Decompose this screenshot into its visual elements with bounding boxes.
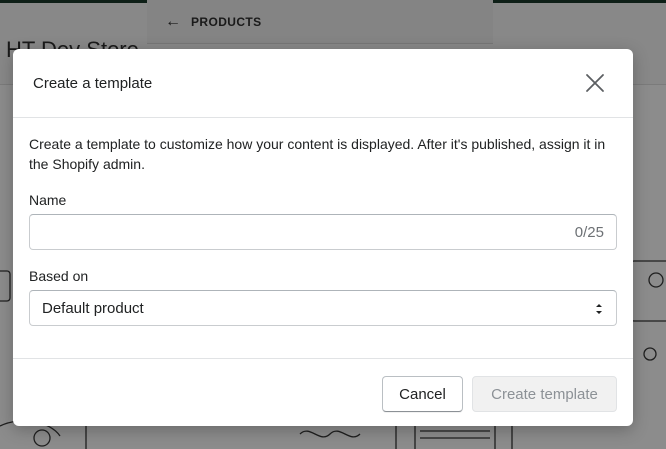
create-template-modal: Create a template Create a template to c… xyxy=(13,49,633,426)
based-on-select[interactable]: Default product xyxy=(29,290,617,326)
based-on-selected-value: Default product xyxy=(42,300,144,317)
modal-header: Create a template xyxy=(13,49,633,118)
modal-footer: Cancel Create template xyxy=(13,358,633,426)
name-label: Name xyxy=(29,192,67,208)
based-on-label: Based on xyxy=(29,268,89,284)
modal-description: Create a template to customize how your … xyxy=(29,136,606,172)
select-arrows-icon xyxy=(596,304,602,314)
close-button[interactable] xyxy=(581,69,609,97)
modal-title: Create a template xyxy=(33,75,153,92)
name-input[interactable] xyxy=(30,215,560,249)
character-counter: 0/25 xyxy=(574,224,604,241)
create-template-button: Create template xyxy=(472,376,617,412)
modal-body: Create a template to customize how your … xyxy=(29,134,617,326)
cancel-button[interactable]: Cancel xyxy=(382,376,463,412)
name-field[interactable]: 0/25 xyxy=(29,214,617,250)
close-icon xyxy=(586,74,604,92)
